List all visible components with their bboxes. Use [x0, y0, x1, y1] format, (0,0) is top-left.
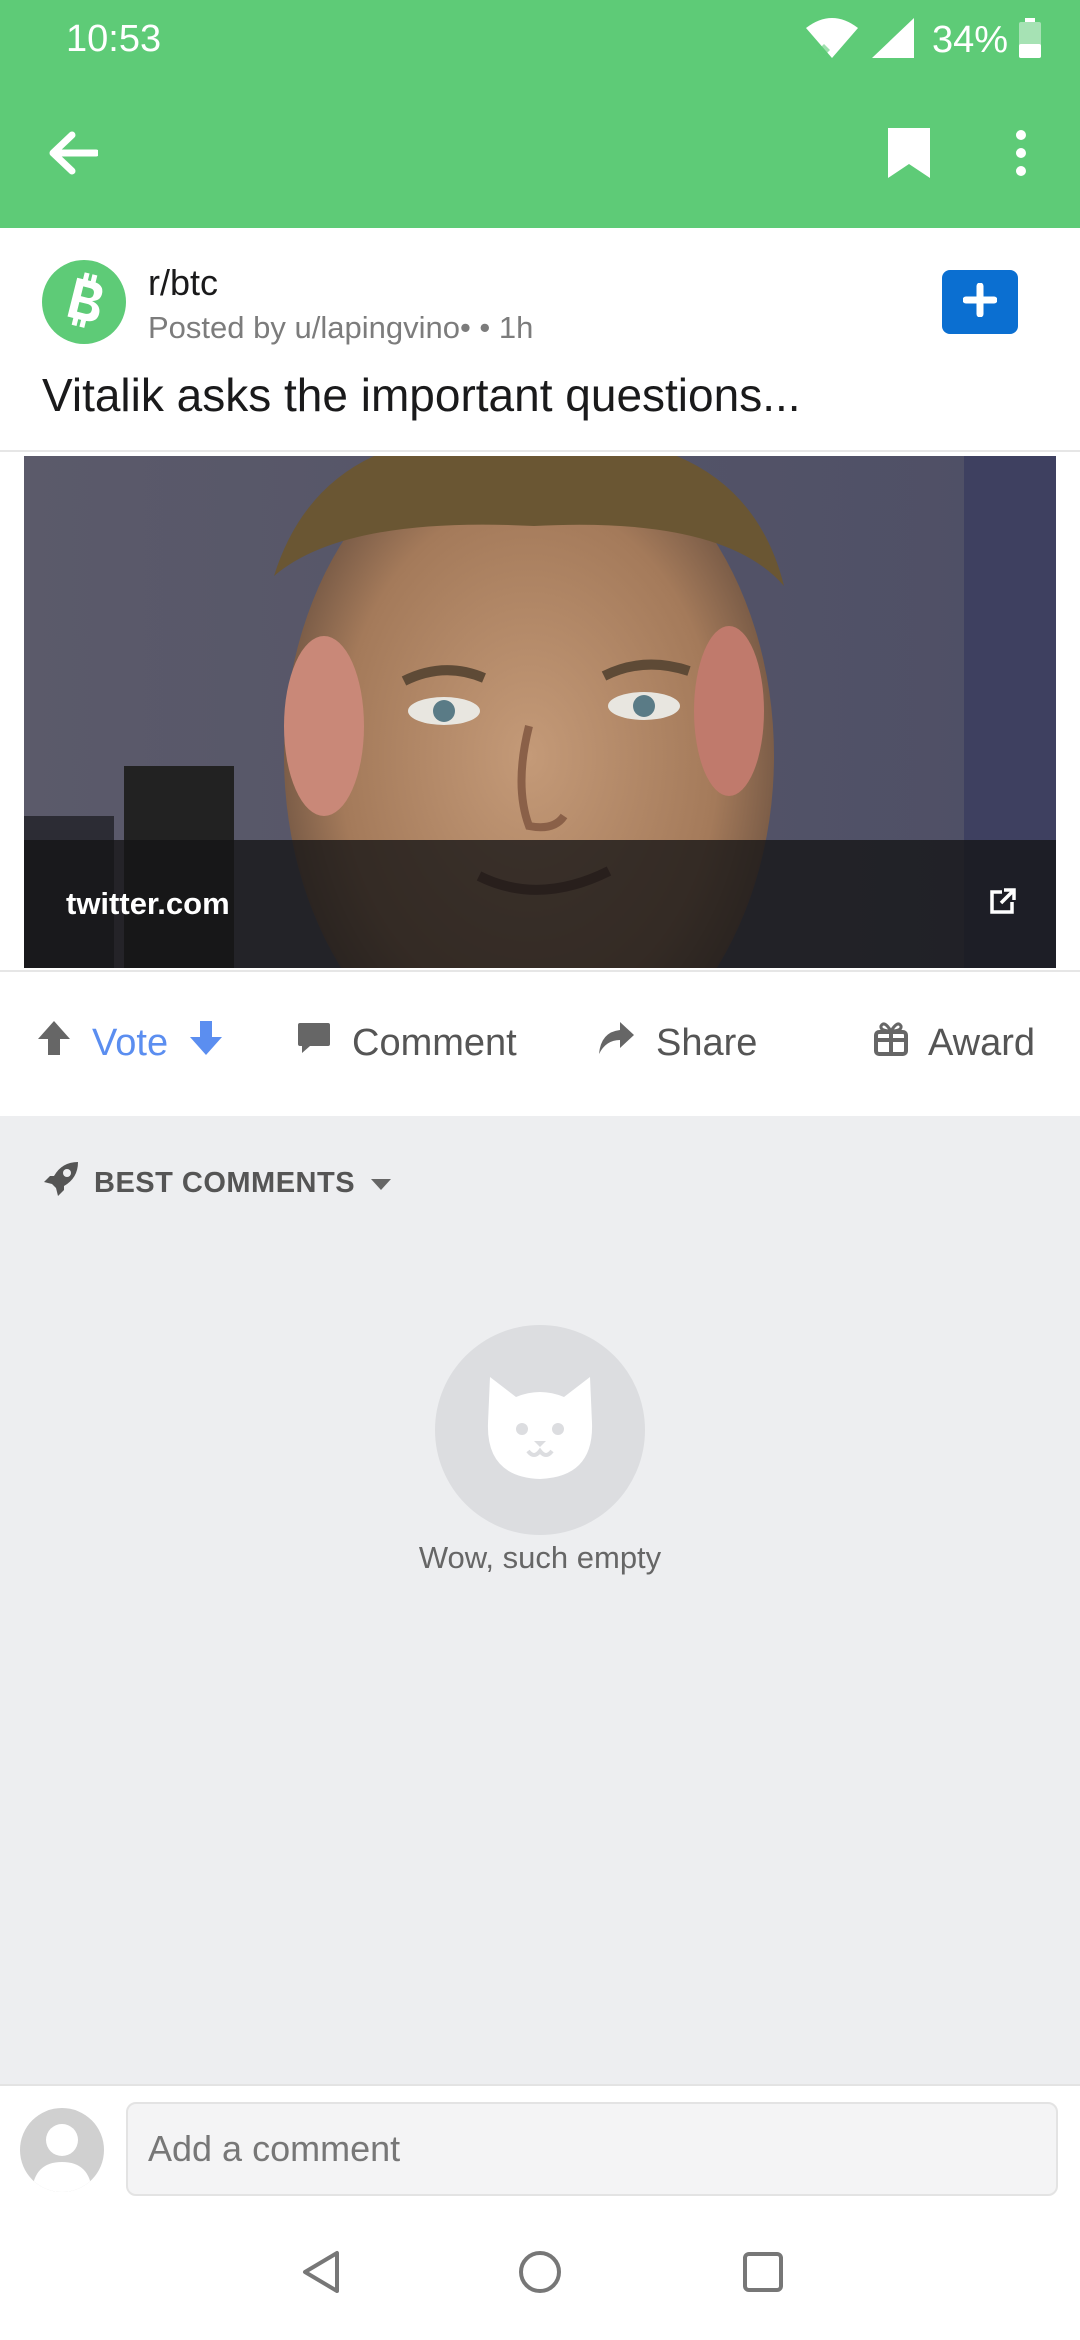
nav-recents-button[interactable]: [728, 2244, 798, 2304]
status-bar: 10:53 34%: [0, 0, 1080, 80]
add-comment-input[interactable]: [126, 2102, 1058, 2196]
post-card: r/btc Posted by u/lapingvino• • 1h Vital…: [0, 228, 1080, 1116]
comment-sort-label: BEST COMMENTS: [94, 1166, 356, 1199]
external-link-icon: [988, 888, 1016, 916]
battery-icon: [1018, 17, 1042, 63]
link-domain-bar: twitter.com: [24, 840, 1056, 968]
downvote-icon[interactable]: [188, 1019, 224, 1067]
award-button[interactable]: Award: [874, 1012, 1035, 1074]
user-avatar: [20, 2108, 104, 2192]
share-label: Share: [656, 1021, 758, 1064]
cell-signal-icon: [870, 16, 916, 65]
post-title[interactable]: Vitalik asks the important questions...: [42, 368, 801, 422]
more-options-button[interactable]: [984, 118, 1058, 192]
status-time: 10:53: [66, 18, 162, 60]
comment-icon: [296, 1020, 332, 1066]
back-button[interactable]: [36, 118, 110, 192]
subreddit-avatar[interactable]: [42, 260, 126, 344]
triangle-back-icon: [299, 2249, 343, 2300]
empty-state-message: Wow, such empty: [418, 1540, 662, 1575]
arrow-left-icon: [48, 130, 100, 181]
rocket-icon: [42, 1160, 80, 1206]
system-nav-bar: [0, 2206, 1080, 2340]
comment-label: Comment: [352, 1021, 517, 1064]
plus-icon: [962, 282, 998, 322]
empty-state-illustration: [435, 1325, 645, 1535]
nav-home-button[interactable]: [505, 2244, 575, 2304]
posted-by[interactable]: Posted by u/lapingvino•: [148, 310, 471, 345]
comment-button[interactable]: Comment: [296, 1012, 517, 1074]
join-subreddit-button[interactable]: [942, 270, 1018, 334]
cat-icon: [482, 1373, 598, 1488]
caret-down-icon: [369, 1167, 393, 1200]
gift-icon: [874, 1020, 908, 1066]
circle-home-icon: [517, 2249, 563, 2300]
app-bar: [0, 80, 1080, 228]
post-actions: Vote Comment Share Award: [0, 972, 1080, 1116]
link-domain: twitter.com: [66, 886, 230, 921]
post-meta: Posted by u/lapingvino• • 1h: [148, 310, 533, 346]
post-age: • 1h: [479, 310, 534, 345]
link-preview[interactable]: twitter.com: [0, 450, 1080, 972]
vote-controls: Vote: [36, 1012, 224, 1074]
nav-back-button[interactable]: [286, 2244, 356, 2304]
more-vertical-icon: [1014, 129, 1028, 182]
square-recents-icon: [741, 2250, 785, 2299]
top-bar: 10:53 34%: [0, 0, 1080, 228]
wifi-icon: [804, 16, 860, 65]
share-button[interactable]: Share: [596, 1012, 757, 1074]
status-icons: 34%: [804, 16, 1042, 64]
share-icon: [596, 1020, 636, 1066]
battery-percent: 34%: [931, 18, 1008, 61]
save-post-button[interactable]: [872, 118, 946, 192]
award-label: Award: [928, 1021, 1036, 1064]
vote-label: Vote: [92, 1021, 169, 1064]
bitcoin-icon: [58, 270, 110, 335]
bookmark-icon: [886, 126, 932, 185]
subreddit-name[interactable]: r/btc: [148, 262, 218, 304]
comment-sort-selector[interactable]: BEST COMMENTS: [42, 1160, 393, 1206]
upvote-icon[interactable]: [36, 1019, 72, 1067]
add-comment-bar: [0, 2084, 1080, 2206]
user-icon: [20, 2124, 104, 2192]
link-thumbnail: twitter.com: [24, 456, 1056, 968]
